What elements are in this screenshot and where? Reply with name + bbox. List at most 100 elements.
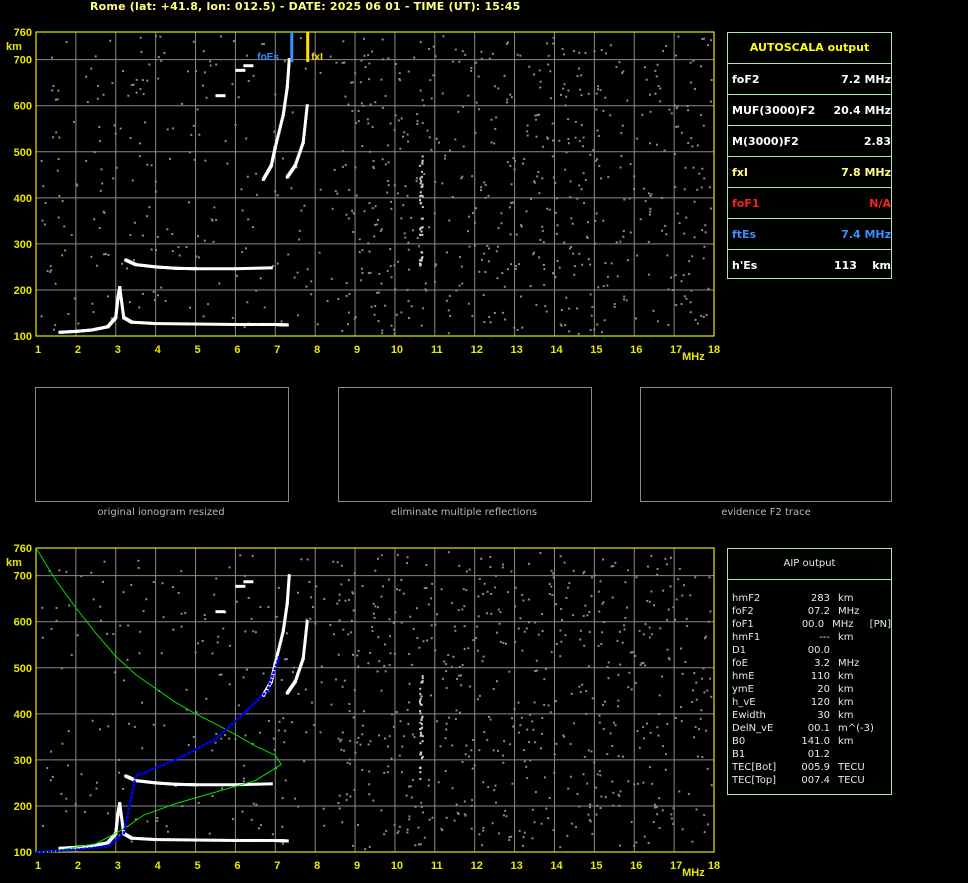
noise-dot [426, 639, 429, 642]
noise-dot [161, 582, 164, 585]
thumbnail-caption: original ionogram resized [97, 507, 225, 518]
noise-dot [244, 734, 247, 737]
noise-dot [394, 62, 397, 65]
noise-dot [550, 585, 553, 588]
noise-dot [566, 834, 569, 837]
noise-dot [203, 239, 206, 242]
noise-dot [445, 670, 448, 673]
noise-dot [597, 590, 600, 593]
noise-dot [611, 744, 614, 747]
y-tick-label: 500 [14, 663, 32, 675]
noise-dot [419, 234, 422, 237]
noise-dot [562, 87, 565, 90]
noise-dot [380, 78, 383, 81]
noise-dot [602, 109, 605, 112]
noise-dot [479, 189, 482, 192]
noise-dot [610, 262, 613, 265]
noise-dot [701, 229, 704, 232]
noise-dot [601, 602, 604, 605]
noise-dot [202, 315, 205, 318]
noise-dot [419, 731, 422, 734]
noise-dot [412, 779, 415, 782]
noise-dot [408, 268, 411, 271]
noise-dot [92, 598, 95, 601]
noise-dot [478, 694, 481, 697]
noise-dot [89, 794, 92, 797]
noise-dot [440, 588, 443, 591]
noise-dot [551, 593, 554, 596]
noise-dot [467, 302, 470, 305]
noise-dot [440, 827, 443, 830]
noise-dot [495, 250, 498, 253]
noise-dot [434, 55, 437, 58]
noise-dot [691, 255, 694, 258]
noise-dot [570, 822, 573, 825]
noise-dot [397, 119, 400, 122]
noise-dot [565, 296, 568, 299]
noise-dot [172, 127, 175, 130]
noise-dot [419, 710, 422, 713]
noise-dot [707, 287, 710, 290]
autoscala-title: AUTOSCALA output [749, 41, 870, 54]
noise-dot [522, 836, 525, 839]
noise-dot [122, 788, 125, 791]
noise-dot [152, 723, 155, 726]
aip-row: hmF2 283 km [728, 592, 891, 605]
noise-dot [599, 807, 602, 810]
noise-dot [263, 306, 266, 309]
noise-dot [628, 197, 631, 200]
noise-dot [373, 313, 376, 316]
noise-dot [596, 88, 599, 91]
noise-dot [431, 582, 434, 585]
noise-dot [354, 166, 357, 169]
noise-dot [700, 677, 703, 680]
aip-row: hmF1 --- km [728, 631, 891, 644]
noise-dot [510, 201, 513, 204]
noise-dot [256, 193, 259, 196]
trace-point [225, 783, 229, 787]
noise-dot [360, 267, 363, 270]
noise-dot [180, 570, 183, 573]
noise-dot [220, 673, 223, 676]
noise-dot [445, 251, 448, 254]
noise-dot [419, 712, 422, 715]
noise-dot [156, 819, 159, 822]
trace-point [194, 322, 198, 326]
noise-dot [659, 100, 662, 103]
noise-dot [569, 775, 572, 778]
noise-dot [545, 310, 548, 313]
noise-dot [508, 206, 511, 209]
trace-point [302, 651, 306, 655]
noise-dot [658, 713, 661, 716]
noise-dot [529, 198, 532, 201]
noise-dot [558, 139, 561, 142]
noise-dot [555, 700, 558, 703]
noise-dot [561, 619, 564, 622]
noise-dot [626, 606, 629, 609]
noise-dot [347, 103, 350, 106]
noise-dot [426, 129, 429, 132]
trace-point [270, 838, 274, 842]
noise-dot [207, 303, 210, 306]
noise-dot [613, 721, 616, 724]
noise-dot [127, 624, 130, 627]
noise-dot [130, 840, 133, 843]
noise-dot [397, 260, 400, 263]
trace-point [231, 838, 235, 842]
noise-dot [374, 305, 377, 308]
noise-dot [483, 731, 486, 734]
noise-dot [335, 61, 338, 64]
noise-dot [541, 732, 544, 735]
noise-dot [487, 715, 490, 718]
noise-dot [421, 257, 424, 260]
noise-dot [497, 227, 500, 230]
noise-dot [621, 124, 624, 127]
noise-dot [623, 198, 626, 201]
noise-dot [610, 565, 613, 568]
noise-dot [343, 61, 346, 64]
noise-dot [548, 583, 551, 586]
noise-dot [374, 605, 377, 608]
noise-dot [677, 578, 680, 581]
noise-dot [390, 276, 393, 279]
noise-dot [483, 321, 486, 324]
